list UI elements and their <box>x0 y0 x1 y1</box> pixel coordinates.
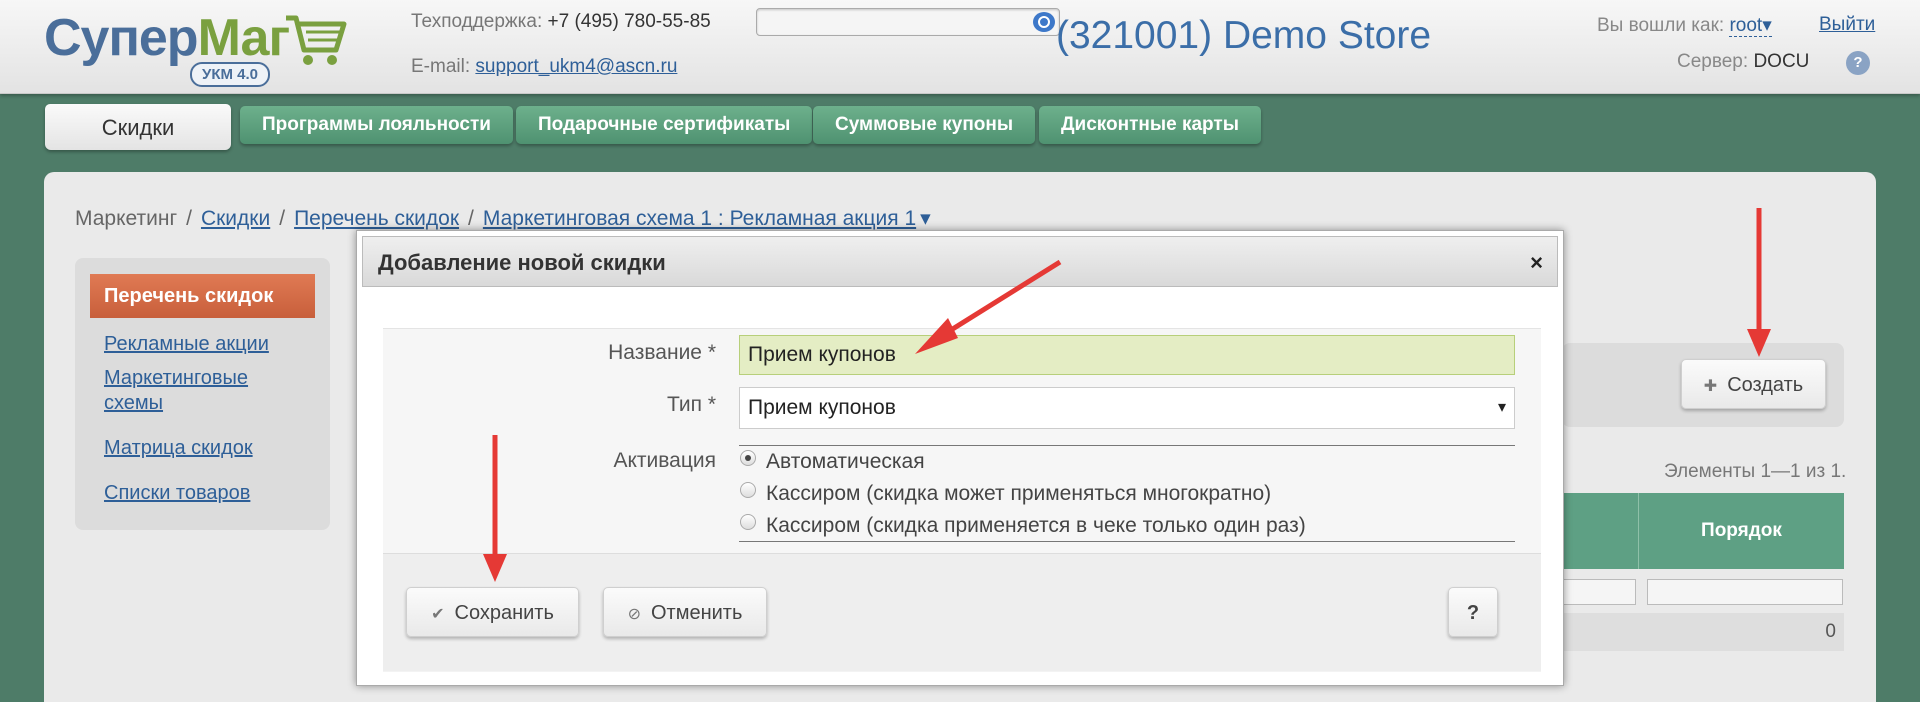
create-button[interactable]: ✚ Создать <box>1681 359 1826 409</box>
divider <box>739 541 1515 542</box>
login-label: Вы вошли как: <box>1597 15 1725 36</box>
cancel-icon: ⊘ <box>627 606 641 623</box>
name-field[interactable]: Прием купонов <box>739 335 1515 375</box>
radio-automatic[interactable] <box>740 450 756 466</box>
sidebar-item-promotions[interactable]: Рекламные акции <box>104 332 269 357</box>
support-email: E-mail: support_ukm4@ascn.ru <box>411 56 677 78</box>
dialog-help-button[interactable]: ? <box>1448 587 1498 637</box>
table-header: Порядок <box>1562 493 1844 569</box>
sidebar-item-discount-list[interactable]: Перечень скидок <box>90 274 315 318</box>
support-phone: Техподдержка: +7 (495) 780-55-85 <box>411 10 711 34</box>
breadcrumb-caret[interactable]: ▾ <box>920 207 931 230</box>
email-link[interactable]: support_ukm4@ascn.ru <box>475 56 677 77</box>
filter-row <box>1562 575 1844 611</box>
email-label: E-mail: <box>411 56 471 77</box>
table-row[interactable]: 0 <box>1562 613 1844 651</box>
cart-icon <box>286 15 347 65</box>
tab-gift-certificates[interactable]: Подарочные сертификаты <box>516 106 813 144</box>
save-button[interactable]: ✔ Сохранить <box>406 587 579 637</box>
breadcrumb-root: Маркетинг <box>75 207 178 230</box>
activation-label: Активация <box>613 449 716 472</box>
tab-loyalty[interactable]: Программы лояльности <box>240 106 513 144</box>
type-select[interactable]: Прием купонов ▾ <box>739 387 1515 429</box>
help-icon[interactable]: ? <box>1846 51 1870 75</box>
chevron-down-icon: ▾ <box>1497 399 1506 416</box>
server-label: Сервер: <box>1677 51 1749 72</box>
sidebar-item-product-lists[interactable]: Списки товаров <box>104 481 250 506</box>
support-label: Техподдержка: <box>411 11 543 32</box>
server-value: DOCU <box>1753 51 1810 72</box>
divider <box>739 445 1515 446</box>
breadcrumb-discounts[interactable]: Скидки <box>201 207 270 230</box>
server-info: Сервер: DOCU <box>1677 51 1809 73</box>
radio-cashier-once[interactable] <box>740 514 756 530</box>
filter-order-input[interactable] <box>1647 579 1843 605</box>
logo[interactable]: СуперМаг УКМ 4.0 <box>44 4 354 88</box>
tab-discount-cards[interactable]: Дисконтные карты <box>1039 106 1261 144</box>
order-cell: 0 <box>1825 621 1836 642</box>
app-header: СуперМаг УКМ 4.0 Техподдержка: +7 (495) … <box>0 0 1920 94</box>
breadcrumb-discount-list[interactable]: Перечень скидок <box>294 207 459 230</box>
breadcrumb-scheme[interactable]: Маркетинговая схема 1 : Рекламная акция … <box>483 207 916 230</box>
column-order[interactable]: Порядок <box>1639 493 1844 569</box>
sidebar-item-discount-matrix[interactable]: Матрица скидок <box>104 436 253 461</box>
type-value: Прием купонов <box>748 396 896 419</box>
store-title: (321001) Demo Store <box>1056 14 1432 57</box>
user-menu[interactable]: root▾ <box>1729 15 1772 37</box>
plus-icon: ✚ <box>1703 378 1718 395</box>
cancel-button[interactable]: ⊘ Отменить <box>603 587 767 637</box>
close-icon[interactable]: × <box>1530 237 1543 288</box>
items-counter: Элементы 1—1 из 1. <box>1664 461 1847 482</box>
tab-discounts[interactable]: Скидки <box>45 104 231 150</box>
check-icon: ✔ <box>431 606 445 623</box>
radio-cashier-multiple[interactable] <box>740 482 756 498</box>
radio-cashier-multiple-label[interactable]: Кассиром (скидка может применяться много… <box>766 482 1271 506</box>
type-label: Тип * <box>666 393 716 416</box>
logout-link[interactable]: Выйти <box>1819 14 1875 36</box>
name-label: Название * <box>608 341 716 364</box>
search-input[interactable] <box>756 8 1060 36</box>
dialog-title: Добавление новой скидки <box>378 250 666 275</box>
radio-automatic-label[interactable]: Автоматическая <box>766 450 925 474</box>
login-info: Вы вошли как: root▾ <box>1597 14 1772 37</box>
support-phone-value: +7 (495) 780-55-85 <box>547 11 711 32</box>
sidebar-item-marketing-schemes-2[interactable]: схемы <box>104 391 163 416</box>
logo-text: СуперМаг <box>44 9 290 67</box>
tab-coupons[interactable]: Суммовые купоны <box>813 106 1036 144</box>
breadcrumb: Маркетинг / Скидки / Перечень скидок / Маркети… <box>75 207 931 230</box>
filter-input[interactable] <box>1562 579 1636 605</box>
search-icon[interactable] <box>1033 12 1055 32</box>
sidebar-item-marketing-schemes[interactable]: Маркетинговые <box>104 366 248 391</box>
dialog-header: Добавление новой скидки × <box>362 236 1558 287</box>
radio-cashier-once-label[interactable]: Кассиром (скидка применяется в чеке толь… <box>766 514 1306 538</box>
version-badge: УКМ 4.0 <box>190 62 271 87</box>
